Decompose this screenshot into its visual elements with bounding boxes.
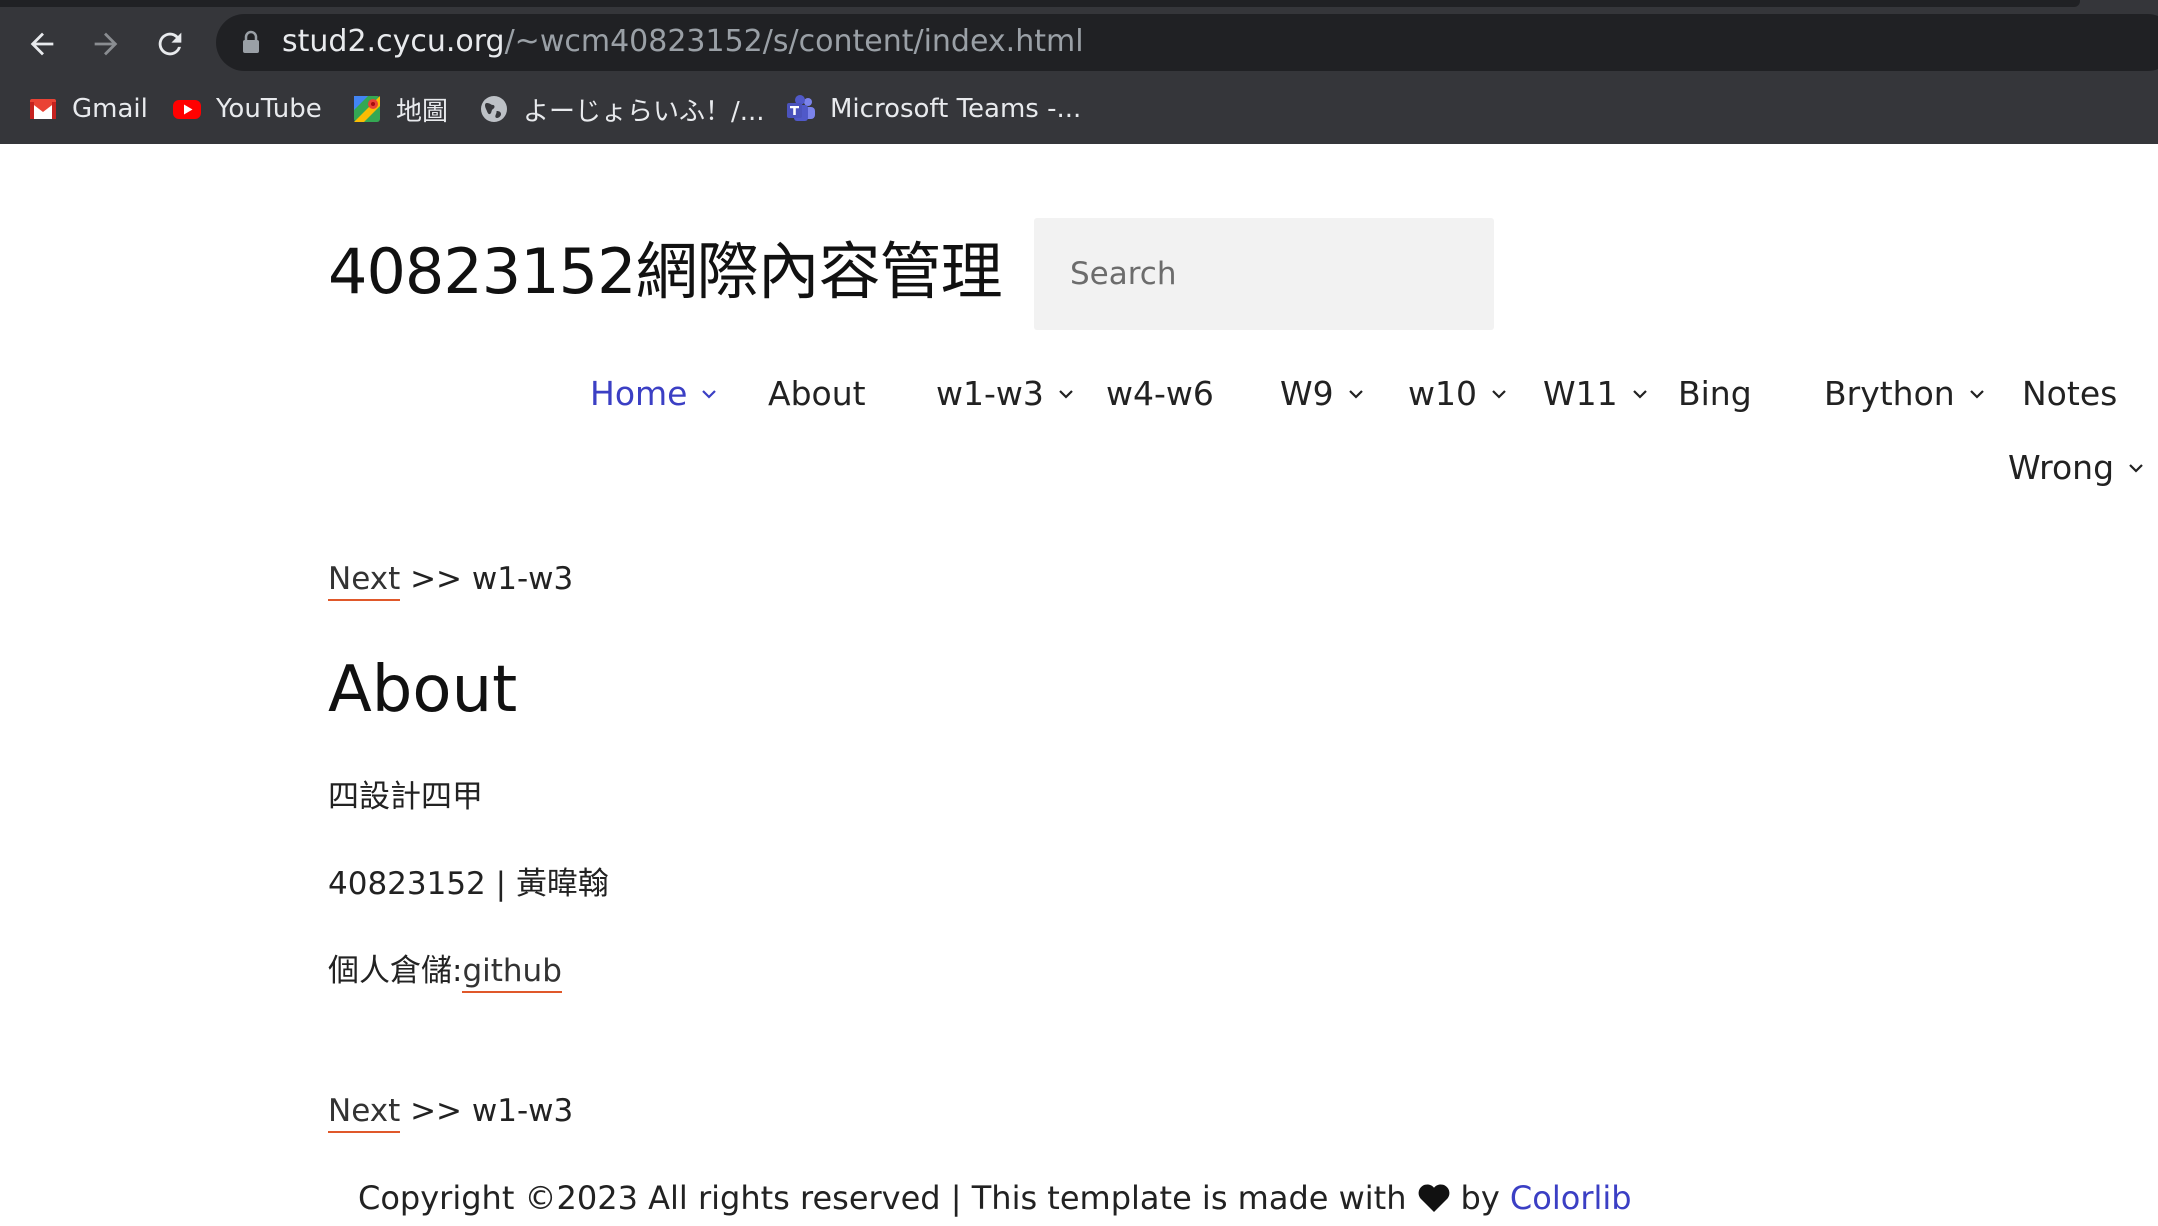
nav-target: w1-w3 [471,1093,574,1129]
youtube-icon [173,100,201,119]
footer: Copyright ©2023 All rights reserved | Th… [358,1176,1632,1220]
menu-item-label: W11 [1543,374,1618,413]
repo-prefix: 個人倉儲: [328,953,463,989]
menu-item-wrong[interactable]: Wrong [2008,446,2144,490]
browser-chrome: stud2.cycu.org/~wcm40823152/s/content/in… [0,0,2158,144]
gmail-icon [30,99,56,119]
forward-button[interactable] [84,22,128,66]
heart-icon [1418,1184,1449,1212]
maps-icon [354,96,380,122]
menu-item-label: Home [590,374,688,413]
by-text: by [1460,1179,1500,1217]
bookmark-gmail[interactable]: Gmail [28,84,148,134]
search-box[interactable] [1034,218,1494,330]
menu-item-label: W9 [1280,374,1334,413]
chevron-down-icon [702,390,717,399]
forward-arrow-icon [94,32,118,56]
chevron-down-icon [2129,464,2143,473]
menu-item-w10[interactable]: w10 [1408,372,1507,416]
back-arrow-icon [30,32,54,56]
site-title[interactable]: 40823152網際內容管理 [328,232,1003,312]
teams-icon [787,95,815,121]
page-heading: About [328,653,518,727]
menu-item-label: w1-w3 [936,374,1044,413]
bookmark-maps[interactable]: 地圖 [352,84,448,134]
menu-item-notes[interactable]: Notes [2022,372,2117,416]
menu-item-bing[interactable]: Bing [1678,372,1752,416]
bookmark-label: 地圖 [396,96,449,127]
menu-item-label: Brython [1824,374,1955,413]
chevron-down-icon [1969,390,1984,399]
chevron-down-icon [1348,390,1363,399]
globe-icon [481,96,507,122]
student-id-text: 40823152 | 黃暐翰 [328,866,609,902]
copyright-text: Copyright ©2023 All rights reserved | Th… [358,1179,1407,1217]
nav-target: w1-w3 [471,561,574,597]
page-nav-bottom: Next >> w1-w3 [328,1090,574,1133]
menu-item-label: w4-w6 [1106,374,1214,413]
address-bar[interactable]: stud2.cycu.org/~wcm40823152/s/content/in… [216,14,2158,71]
bookmark-label: Gmail [72,94,148,124]
menu-item-brython[interactable]: Brython [1824,372,1985,416]
bookmark-yojo[interactable]: よーじょらいふ！/... [479,84,765,134]
tab-strip [0,0,2080,7]
bookmark-label: YouTube [216,94,322,124]
menu-item-home[interactable]: Home [590,372,717,416]
menu-item-w9[interactable]: W9 [1280,372,1364,416]
lock-icon [243,30,259,53]
bookmark-teams[interactable]: Microsoft Teams -... [786,84,1081,134]
menu-item-w1-w3[interactable]: w1-w3 [936,372,1074,416]
chevron-down-icon [1632,390,1647,399]
bookmark-label: よーじょらいふ！/... [523,96,765,127]
menu-item-w11[interactable]: W11 [1543,372,1648,416]
search-input[interactable] [1034,218,1470,330]
reload-button[interactable] [148,22,192,66]
back-button[interactable] [20,22,64,66]
menu-item-label: Bing [1678,374,1752,413]
bookmark-youtube[interactable]: YouTube [172,84,322,134]
nav-separator: >> [400,1093,472,1129]
url-text: stud2.cycu.org/~wcm40823152/s/content/in… [282,23,1084,61]
nav-separator: >> [400,561,472,597]
url-host: stud2.cycu.org [282,24,505,59]
url-path: /~wcm40823152/s/content/index.html [504,24,1084,59]
next-link[interactable]: Next [328,561,401,601]
bookmark-label: Microsoft Teams -... [830,94,1082,124]
menu-item-about[interactable]: About [768,372,866,416]
page-nav-top: Next >> w1-w3 [328,558,574,601]
menu-item-label: About [768,374,866,413]
chevron-down-icon [1059,390,1073,399]
menu-item-label: Notes [2022,374,2118,413]
class-text: 四設計四甲 [328,779,483,815]
colorlib-link[interactable]: Colorlib [1510,1176,1632,1220]
menu-item-w4-w6[interactable]: w4-w6 [1106,372,1214,416]
chevron-down-icon [1492,390,1506,399]
menu-item-label: Wrong [2008,448,2115,487]
github-link[interactable]: github [462,953,562,993]
reload-icon [158,32,182,56]
next-link[interactable]: Next [328,1093,401,1133]
bookmarks-bar: Gmail YouTube 地圖 よーじょらいふ！/... Microsoft … [0,84,2158,134]
repo-line: 個人倉儲:github [328,950,562,993]
menu-item-label: w10 [1408,374,1477,413]
